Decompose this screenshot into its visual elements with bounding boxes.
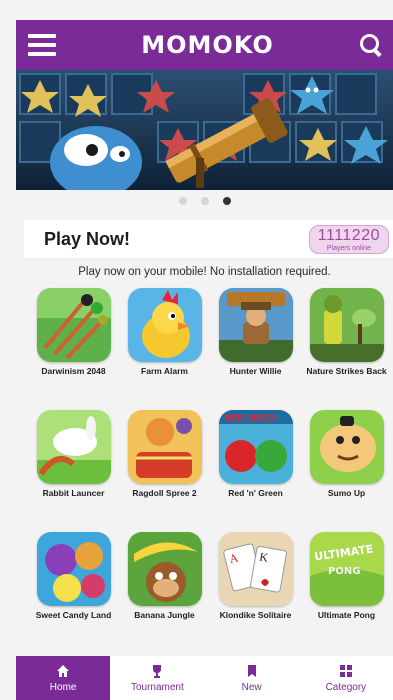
nav-category[interactable]: Category	[299, 656, 393, 700]
top-bar: MOMOKO	[16, 20, 393, 70]
game-tile[interactable]: Nature Strikes Back	[301, 288, 392, 400]
game-icon-rabbit-launcer	[36, 410, 111, 484]
game-icon-darwinism	[36, 288, 111, 362]
game-tile[interactable]: Sumo Up	[301, 410, 392, 522]
nav-label: New	[241, 682, 262, 693]
players-online-badge: 1111220 Players online	[308, 224, 389, 254]
banner-artwork	[16, 70, 393, 190]
game-name: Hunter Willie	[229, 366, 282, 376]
game-icon-nature-strikes-back	[309, 288, 384, 362]
svg-text:RED GREEN: RED GREEN	[225, 413, 279, 423]
carousel-dot-active[interactable]	[222, 197, 231, 205]
game-name: Ultimate Pong	[317, 610, 376, 620]
bookmark-icon	[246, 663, 258, 679]
game-tile[interactable]: A K Klondike Solitaire	[210, 532, 301, 644]
game-icon-farm-alarm	[127, 288, 202, 362]
game-tile[interactable]: Rabbit Launcer	[28, 410, 119, 522]
game-tile[interactable]: Hunter Willie	[210, 288, 301, 400]
nav-label: Tournament	[130, 682, 184, 693]
game-icon-klondike-solitaire: A K	[218, 532, 293, 606]
play-now-bar: Play Now! 1111220 Players online	[24, 220, 393, 258]
game-icon-ragdoll-spree	[127, 410, 202, 484]
game-tile[interactable]: Banana Jungle	[119, 532, 210, 644]
players-online-count: 1111220	[317, 226, 380, 244]
game-name: Red 'n' Green	[228, 488, 283, 498]
game-name: Ragdoll Spree 2	[132, 488, 197, 498]
carousel-dot[interactable]	[178, 197, 187, 205]
game-name: Rabbit Launcer	[42, 488, 105, 498]
hero-banner[interactable]	[16, 70, 393, 190]
grid-icon	[339, 663, 353, 679]
players-online-label: Players online	[326, 244, 371, 252]
game-name: Nature Strikes Back	[306, 366, 387, 376]
nav-label: Category	[325, 682, 367, 693]
game-tile[interactable]: ULTIMATE PONG Ultimate Pong	[301, 532, 392, 644]
game-tile[interactable]: RED GREEN Red 'n' Green	[210, 410, 301, 522]
game-name: Sumo Up	[327, 488, 366, 498]
play-now-subtitle: Play now on your mobile! No installation…	[78, 266, 331, 278]
app-screen: MOMOKO Play Now! 1111220 Players online …	[0, 0, 393, 700]
home-icon	[56, 663, 70, 679]
game-name: Sweet Candy Land	[35, 610, 112, 620]
game-tile[interactable]: Sweet Candy Land	[28, 532, 119, 644]
nav-label: Home	[49, 682, 77, 693]
game-icon-red-n-green: RED GREEN	[218, 410, 293, 484]
menu-icon[interactable]	[28, 34, 56, 56]
game-icon-banana-jungle	[127, 532, 202, 606]
game-name: Banana Jungle	[134, 610, 195, 620]
bottom-nav: Home Tournament New Category	[16, 656, 393, 700]
app-logo[interactable]: MOMOKO	[141, 31, 274, 59]
trophy-icon	[150, 663, 164, 679]
nav-tournament[interactable]: Tournament	[110, 656, 204, 700]
game-tile[interactable]: Ragdoll Spree 2	[119, 410, 210, 522]
game-icon-sumo-up	[309, 410, 384, 484]
game-name: Farm Alarm	[141, 366, 188, 376]
nav-new[interactable]: New	[205, 656, 299, 700]
game-name: Darwinism 2048	[41, 366, 106, 376]
svg-text:PONG: PONG	[328, 566, 360, 577]
search-icon[interactable]	[359, 33, 383, 57]
game-name: Klondike Solitaire	[219, 610, 292, 620]
play-now-title: Play Now!	[44, 228, 131, 249]
game-tile[interactable]: Darwinism 2048	[28, 288, 119, 400]
games-grid: Darwinism 2048 Farm Alarm Hunter Willie	[28, 288, 393, 644]
carousel-dot[interactable]	[200, 197, 209, 205]
carousel-indicators	[16, 190, 393, 212]
game-icon-sweet-candy-land	[36, 532, 111, 606]
nav-home[interactable]: Home	[16, 656, 111, 700]
game-icon-hunter-willie	[218, 288, 293, 362]
game-tile[interactable]: Farm Alarm	[119, 288, 210, 400]
game-icon-ultimate-pong: ULTIMATE PONG	[309, 532, 384, 606]
